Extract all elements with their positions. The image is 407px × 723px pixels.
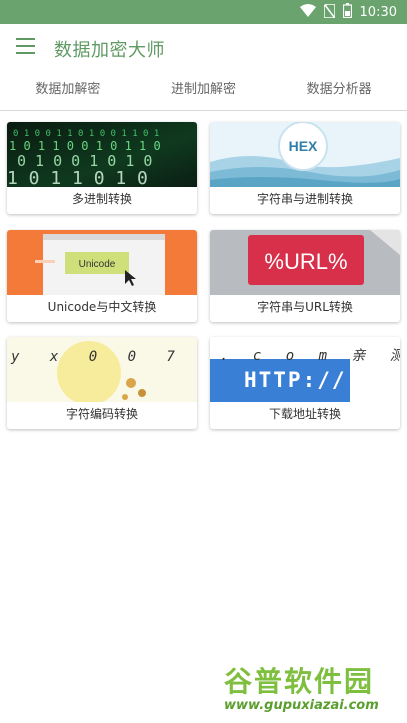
watermark-url: www.gupuxiazai.com <box>224 698 379 713</box>
battery-icon <box>342 3 352 22</box>
app-title: 数据加密大师 <box>54 40 165 61</box>
card-label: 字符串与URL转换 <box>257 300 353 314</box>
tab-bar: 数据加解密 进制加解密 数据分析器 <box>0 72 407 110</box>
card-label: 多进制转换 <box>71 192 132 206</box>
tab-data-encrypt[interactable]: 数据加解密 <box>0 72 136 110</box>
tab-data-analyzer[interactable]: 数据分析器 <box>271 72 407 110</box>
svg-text:1 0 1 1 0 0 1 0 1 1 0: 1 0 1 1 0 0 1 0 1 1 0 <box>9 139 161 153</box>
card-char-encoding[interactable]: y x 0 0 7 . 字符编码转换 <box>7 337 197 429</box>
card-unicode-chinese[interactable]: Unicode Unicode与中文转换 <box>7 230 197 322</box>
hex-thumb-image: HEX <box>210 122 400 187</box>
binary-thumb-image: 0 1 0 0 1 1 0 1 0 0 1 1 0 1 1 0 1 1 0 0 … <box>7 122 197 187</box>
svg-text:1 0 1 1 0 1 0: 1 0 1 1 0 1 0 <box>7 168 148 187</box>
url-thumb-text: %URL% <box>264 249 347 274</box>
tab-divider <box>0 110 407 111</box>
card-label: Unicode与中文转换 <box>47 300 157 314</box>
menu-icon[interactable] <box>16 38 35 54</box>
unicode-thumb-image: Unicode <box>7 230 197 295</box>
no-sim-icon <box>322 2 336 22</box>
encoding-thumb-image: y x 0 0 7 . <box>7 337 197 402</box>
http-thumb-image: . c o m 亲 测 HTTP:// <box>210 337 400 402</box>
http-thumb-top-text: . c o m 亲 测 <box>220 348 400 364</box>
url-thumb-image: %URL% <box>210 230 400 295</box>
card-string-url[interactable]: %URL% 字符串与URL转换 <box>210 230 400 322</box>
status-time: 10:30 <box>359 5 397 20</box>
encoding-thumb-text: y x 0 0 7 . <box>10 349 197 365</box>
unicode-thumb-text: Unicode <box>79 259 116 270</box>
hex-thumb-text: HEX <box>289 138 318 154</box>
status-bar: 10:30 <box>0 0 407 24</box>
app-bar: 数据加密大师 <box>0 24 407 70</box>
watermark-logo: 谷普软件园 www.gupuxiazai.com <box>222 660 404 720</box>
card-label: 下载地址转换 <box>268 407 341 421</box>
watermark-title: 谷普软件园 <box>224 665 375 698</box>
card-radix-convert[interactable]: 0 1 0 0 1 1 0 1 0 0 1 1 0 1 1 0 1 1 0 0 … <box>7 122 197 214</box>
card-download-url[interactable]: . c o m 亲 测 HTTP:// 下载地址转换 <box>210 337 400 429</box>
http-thumb-text: HTTP:// <box>244 368 347 392</box>
card-label: 字符编码转换 <box>65 407 138 421</box>
card-label: 字符串与进制转换 <box>256 192 353 206</box>
tab-radix-encrypt[interactable]: 进制加解密 <box>136 72 272 110</box>
svg-text:0 1 0 0 1 1 0 1 0 0 1 1 0 1: 0 1 0 0 1 1 0 1 0 0 1 1 0 1 <box>13 129 159 139</box>
card-string-radix[interactable]: HEX 字符串与进制转换 <box>210 122 400 214</box>
wifi-icon <box>299 3 316 22</box>
